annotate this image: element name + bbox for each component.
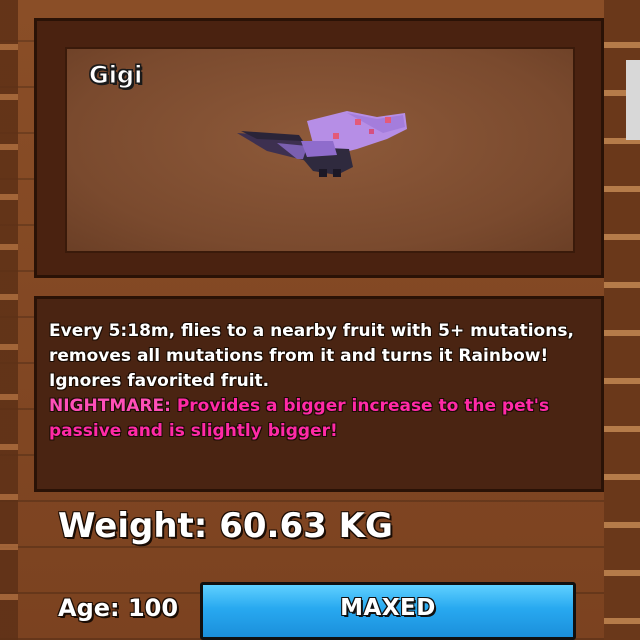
nightmare-label: NIGHTMARE: <box>49 396 171 416</box>
pet-age: Age: 100 <box>58 594 179 622</box>
left-wood-edge <box>0 0 18 640</box>
pet-name: Gigi <box>88 61 143 90</box>
description-line: Every 5:18m, flies to a nearby fruit wit… <box>49 321 574 341</box>
ability-description-box: Every 5:18m, flies to a nearby fruit wit… <box>34 296 604 492</box>
right-edge-light-patch <box>626 60 640 140</box>
nightmare-mutation-text: NIGHTMARE: Provides a bigger increase to… <box>49 394 597 444</box>
description-line: removes all mutations from it and turns … <box>49 346 549 366</box>
description-line: Ignores favorited fruit. <box>49 371 270 391</box>
pet-viewer-frame: Gigi <box>34 18 604 278</box>
age-progress-bar: MAXED <box>200 582 576 640</box>
age-progress-label: MAXED <box>340 595 436 621</box>
pet-weight: Weight: 60.63 KG <box>58 506 393 546</box>
purple-bat-icon <box>237 111 417 195</box>
ability-description: Every 5:18m, flies to a nearby fruit wit… <box>49 319 597 444</box>
